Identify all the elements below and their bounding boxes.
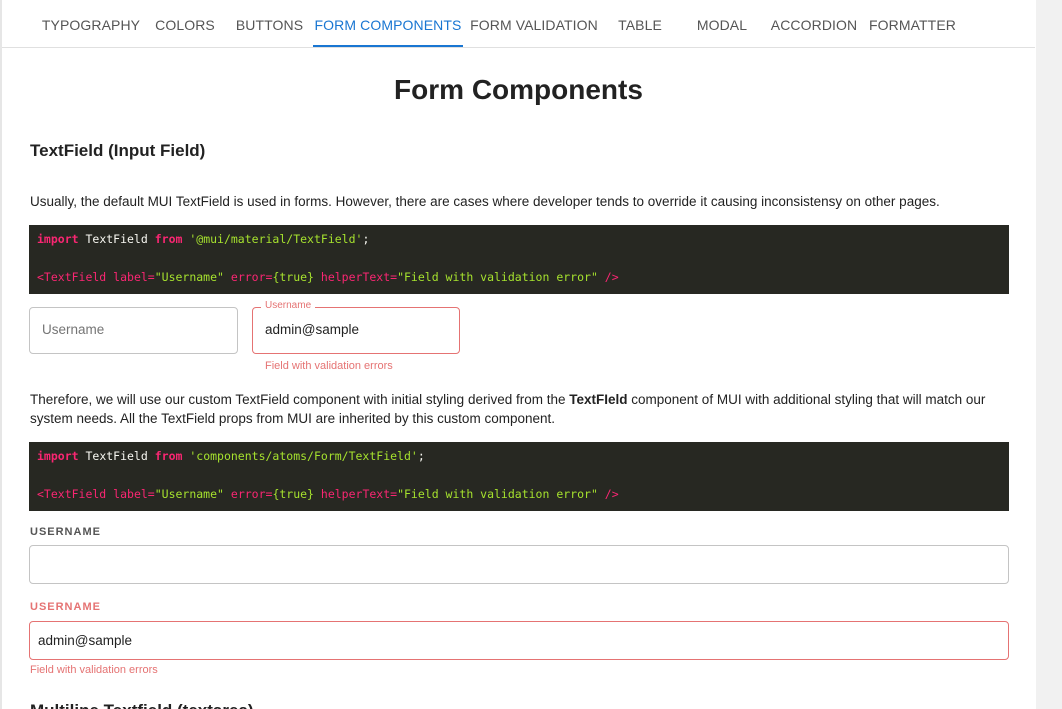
tab-typography[interactable]: TYPOGRAPHY bbox=[32, 4, 150, 47]
intro-paragraph: Usually, the default MUI TextField is us… bbox=[30, 194, 940, 209]
tab-form-components[interactable]: FORM COMPONENTS bbox=[313, 4, 463, 47]
mui-username-input[interactable]: Username bbox=[29, 307, 238, 354]
custom-username-error-input[interactable]: admin@sample bbox=[29, 621, 1009, 660]
textfield-bold: TextFIeld bbox=[569, 392, 628, 407]
section-heading: TextField (Input Field) bbox=[30, 141, 206, 160]
tab-form-validation[interactable]: FORM VALIDATION bbox=[464, 4, 604, 47]
custom-username-input[interactable] bbox=[29, 545, 1009, 584]
mui-username-error-input[interactable]: Username admin@sample bbox=[252, 300, 460, 354]
custom-username-error-label: USERNAME bbox=[30, 601, 101, 613]
custom-username-label: USERNAME bbox=[30, 526, 101, 538]
code-block-mui: import TextField from '@mui/material/Tex… bbox=[29, 225, 1009, 294]
multiline-section-heading: Multiline Textfield (textarea) bbox=[30, 701, 254, 709]
tab-bar: TYPOGRAPHY COLORS BUTTONS FORM COMPONENT… bbox=[2, 4, 1035, 48]
left-frame-border bbox=[0, 0, 2, 709]
input-value: admin@sample bbox=[38, 633, 132, 648]
tab-formatter[interactable]: FORMATTER bbox=[865, 4, 960, 47]
tab-colors[interactable]: COLORS bbox=[150, 4, 220, 47]
tab-accordion[interactable]: ACCORDION bbox=[764, 4, 864, 47]
mui-helper-error-text: Field with validation errors bbox=[265, 360, 393, 372]
floating-label: Username bbox=[261, 300, 316, 311]
tab-modal[interactable]: MODAL bbox=[682, 4, 762, 47]
code-line-jsx: <TextField label="Username" error={true}… bbox=[37, 270, 619, 284]
tab-table[interactable]: TABLE bbox=[605, 4, 675, 47]
explain-paragraph: Therefore, we will use our custom TextFi… bbox=[30, 392, 986, 426]
scrollbar[interactable] bbox=[1036, 0, 1062, 709]
custom-helper-error-text: Field with validation errors bbox=[30, 664, 158, 676]
code-line-import: import TextField from 'components/atoms/… bbox=[37, 449, 425, 463]
code-line-jsx: <TextField label="Username" error={true}… bbox=[37, 487, 619, 501]
code-line-import: import TextField from '@mui/material/Tex… bbox=[37, 232, 370, 246]
username-placeholder: Username bbox=[42, 322, 105, 337]
input-value: admin@sample bbox=[265, 322, 359, 337]
tab-buttons[interactable]: BUTTONS bbox=[227, 4, 312, 47]
page-title: Form Components bbox=[394, 74, 643, 105]
code-block-custom: import TextField from 'components/atoms/… bbox=[29, 442, 1009, 511]
